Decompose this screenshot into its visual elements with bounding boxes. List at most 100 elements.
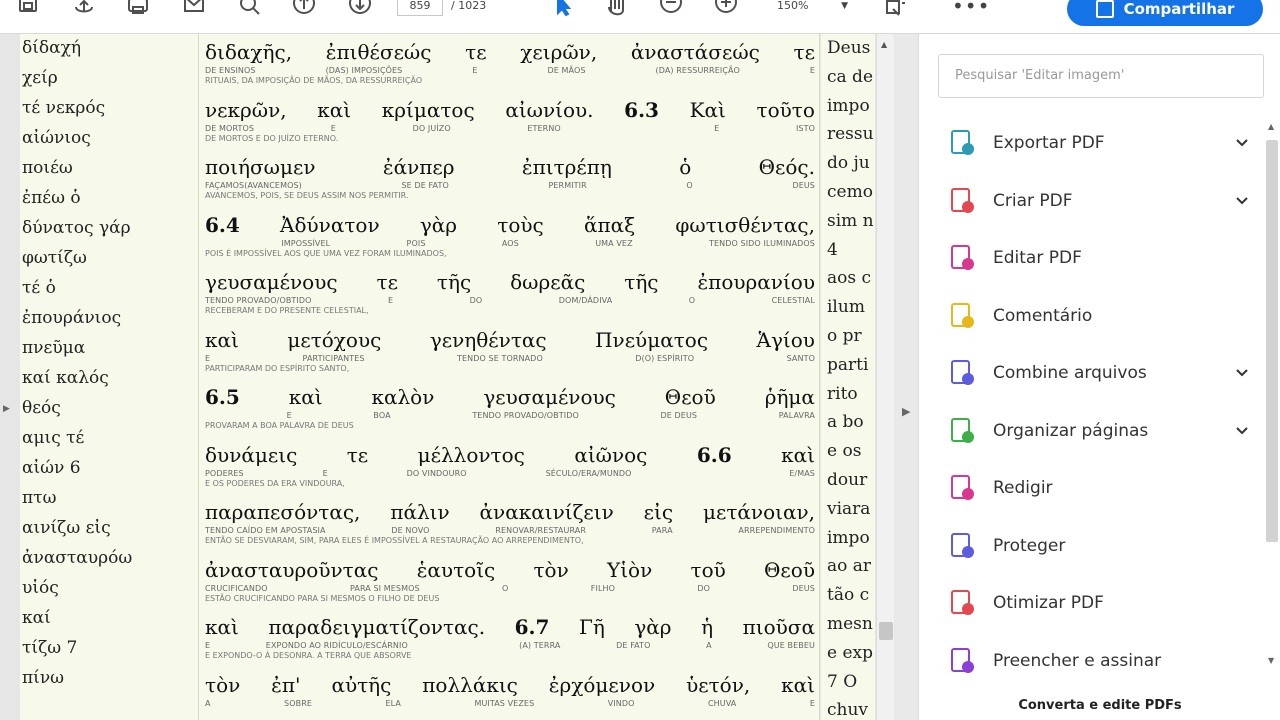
tool-label: Comentário bbox=[993, 305, 1093, 326]
left-column-word: θεός bbox=[22, 398, 61, 418]
tool-label: Proteger bbox=[993, 535, 1066, 556]
verse-number: 6.4 bbox=[205, 212, 240, 237]
page-number-input[interactable]: 859 bbox=[397, 0, 443, 16]
gloss-word: D(O) ESPÍRITO bbox=[635, 353, 695, 363]
left-column-word: ἐπουράνιος bbox=[22, 308, 122, 328]
tool-create-pdf[interactable]: Criar PDF bbox=[947, 183, 1248, 219]
document-scroll-thumb[interactable] bbox=[879, 622, 893, 640]
tool-redact[interactable]: Redigir bbox=[947, 470, 1247, 506]
chevron-down-icon[interactable] bbox=[1235, 423, 1248, 435]
fit-page-icon[interactable] bbox=[880, 0, 912, 22]
upload-icon[interactable] bbox=[68, 0, 100, 22]
greek-word: χειρῶν, bbox=[520, 40, 598, 64]
gloss-word: ARREPENDIMENTO bbox=[738, 526, 815, 535]
panel-scroll-up-icon[interactable]: ▲ bbox=[1268, 122, 1274, 131]
panel-scroll-down-icon[interactable]: ▼ bbox=[1268, 656, 1274, 665]
tool-combine-files[interactable]: Combine arquivos bbox=[947, 355, 1248, 391]
chevron-down-icon[interactable] bbox=[1235, 193, 1248, 205]
translation-line: ENTÃO SE DESVIARAM, SIM, PARA ELES É IMP… bbox=[205, 536, 584, 545]
greek-line: τὸν ἐπ' αὐτῆς πολλάκις ἐρχόμενον ὑετόν, καὶ bbox=[205, 673, 815, 697]
document-area[interactable]: ▶ δίδαχή χείρ τέ νεκρός αἰώνιος ποιέω ἐπέω ὁδ… bbox=[0, 34, 895, 720]
search-icon[interactable] bbox=[234, 0, 266, 22]
gloss-word: DE FATO bbox=[616, 641, 651, 650]
tools-panel-scroll-thumb[interactable] bbox=[1266, 140, 1278, 542]
greek-word: γευσαμένους bbox=[205, 270, 338, 294]
right-column-fragment: ressu bbox=[827, 124, 874, 145]
greek-word: δυνάμεις bbox=[205, 442, 298, 467]
gloss-word: E bbox=[714, 123, 720, 133]
greek-word: παραδειγματίζοντας. bbox=[268, 615, 486, 639]
tool-fill-sign[interactable]: Preencher e assinar bbox=[947, 643, 1247, 679]
greek-word: ὑετόν, bbox=[686, 672, 751, 697]
left-column-word: αινίζω εἰς bbox=[22, 518, 111, 538]
tool-comment[interactable]: Comentário bbox=[947, 298, 1247, 334]
gloss-word: CHUVA bbox=[707, 698, 737, 708]
tools-search-input[interactable]: Pesquisar 'Editar imagem' bbox=[938, 54, 1264, 98]
greek-word: ἐπιθέσεώς bbox=[325, 40, 432, 64]
document-scrollbar[interactable]: ▲ bbox=[876, 34, 894, 720]
select-cursor-icon[interactable] bbox=[545, 0, 577, 22]
greek-word: μέλλοντος bbox=[417, 442, 525, 467]
tool-label: Criar PDF bbox=[993, 190, 1073, 211]
save-icon[interactable] bbox=[12, 0, 44, 22]
left-column-word: ποιέω bbox=[22, 158, 73, 178]
gloss-word: TENDO CAÍDO EM APOSTASIA bbox=[205, 526, 326, 535]
greek-line: γευσαμένους τε τῆς δωρεᾶς τῆς ἐπουρανίου bbox=[205, 270, 815, 294]
right-panel-toggle-icon[interactable]: ▶ bbox=[902, 405, 910, 418]
tool-optimize-pdf[interactable]: Otimizar PDF bbox=[947, 585, 1247, 621]
left-column-word: ἀνασταυρόω bbox=[22, 548, 133, 568]
left-column-word: αἰώνιος bbox=[22, 128, 91, 148]
greek-word: διδαχῆς, bbox=[205, 40, 293, 64]
tool-organize-pages[interactable]: Organizar páginas bbox=[947, 413, 1248, 449]
greek-word: ἀναστάσεώς bbox=[630, 40, 760, 64]
greek-word: ἡ bbox=[701, 615, 714, 639]
greek-word: ὁ bbox=[679, 155, 692, 179]
gloss-word: SE DE FATO bbox=[401, 181, 449, 190]
share-button[interactable]: Compartilhar bbox=[1067, 0, 1263, 26]
greek-word: καὶ bbox=[205, 615, 239, 639]
left-column-word: πνεῦμα bbox=[22, 338, 86, 358]
print-icon[interactable] bbox=[122, 0, 154, 22]
gloss-line: A SOBRE ELA MUITAS VEZES VINDO CHUVA E bbox=[205, 699, 815, 708]
page-down-icon[interactable] bbox=[344, 0, 376, 22]
more-icon[interactable]: ••• bbox=[952, 0, 990, 16]
right-column-fragment: impo bbox=[827, 527, 870, 548]
chevron-down-icon[interactable] bbox=[1235, 135, 1248, 147]
gloss-word: UMA VEZ bbox=[595, 238, 633, 248]
gloss-word: DOM/DÁDIVA bbox=[558, 296, 613, 305]
share-button-label: Compartilhar bbox=[1123, 0, 1235, 18]
left-column-word: τέ νεκρός bbox=[22, 98, 106, 118]
tool-export-pdf[interactable]: Exportar PDF bbox=[947, 125, 1248, 161]
translation-line: RITUAIS, DA IMPOSIÇÃO DE MÃOS, DA RESSUR… bbox=[205, 76, 423, 85]
tools-panel-scrollbar[interactable]: ▲ ▼ bbox=[1263, 118, 1280, 673]
gloss-word: TENDO SE TORNADO bbox=[456, 353, 543, 363]
tool-edit-pdf[interactable]: Editar PDF bbox=[947, 240, 1247, 276]
greek-word: ἐάνπερ bbox=[382, 155, 455, 179]
gloss-word: E bbox=[472, 66, 478, 75]
panel-footer-text: Converta e edite PDFs bbox=[1018, 698, 1182, 713]
page-up-icon[interactable] bbox=[288, 0, 320, 22]
zoom-out-icon[interactable] bbox=[655, 0, 687, 22]
right-column-fragment: viara bbox=[827, 498, 871, 519]
left-panel-toggle-icon[interactable]: ▶ bbox=[3, 404, 10, 414]
zoom-level-select[interactable]: 150% ▼ bbox=[760, 0, 856, 16]
right-column-fragment: o pr bbox=[827, 326, 862, 346]
hand-icon[interactable] bbox=[600, 0, 632, 22]
left-column-word: δύνατος γάρ bbox=[22, 218, 131, 238]
greek-word: ἐρχόμενον bbox=[548, 672, 656, 697]
greek-word: δωρεᾶς bbox=[510, 270, 586, 294]
scroll-up-icon[interactable]: ▲ bbox=[881, 40, 887, 49]
tool-protect[interactable]: Proteger bbox=[947, 528, 1247, 564]
greek-word: τε bbox=[346, 442, 369, 467]
zoom-in-icon[interactable] bbox=[710, 0, 742, 22]
gloss-word: E bbox=[388, 296, 394, 305]
right-page-column: Deus ca de impo ressu do ju cemo sim n 4 aos c il… bbox=[821, 34, 875, 720]
greek-word: καὶ bbox=[781, 442, 815, 467]
email-icon[interactable] bbox=[178, 0, 210, 22]
left-page-column: δίδαχή χείρ τέ νεκρός αἰώνιος ποιέω ἐπέω ὁ δύν… bbox=[20, 34, 198, 720]
greek-line: καὶ παραδειγματίζοντας. 6.7 Γῆ γὰρ ἡ πιοῦσα bbox=[205, 615, 815, 639]
translation-line: POIS É IMPOSSÍVEL AOS QUE UMA VEZ FORAM … bbox=[205, 248, 447, 258]
chevron-down-icon[interactable] bbox=[1235, 365, 1248, 377]
gloss-word: FAÇAMOS(AVANCEMOS) bbox=[205, 181, 302, 190]
gloss-word: (DA) RESSURREIÇÃO bbox=[655, 66, 740, 75]
